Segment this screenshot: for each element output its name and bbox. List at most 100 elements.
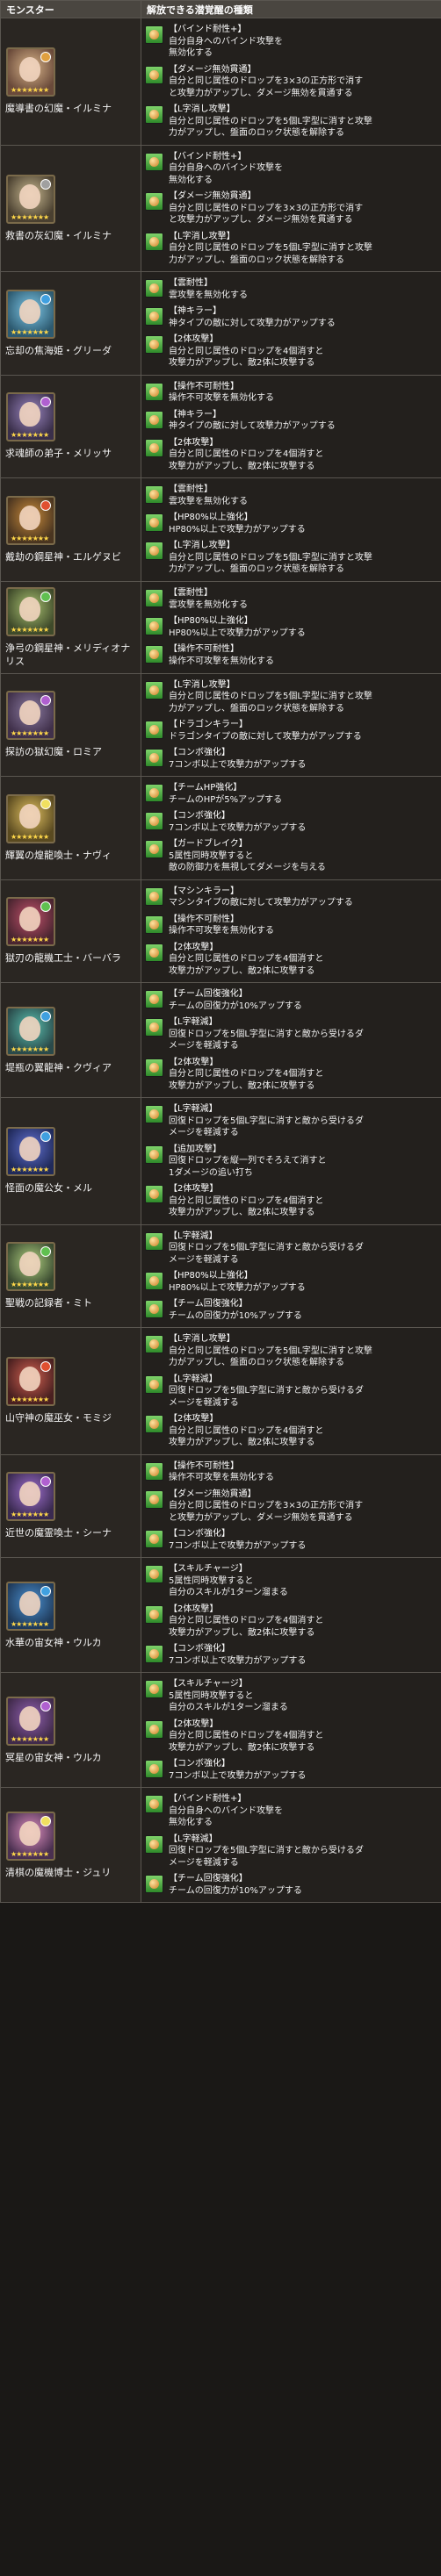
awakening-skill-icon [145,840,163,858]
skill-description-line: 攻撃力がアップし、敵2体に攻撃する [169,1080,315,1091]
skill-description-line: チームの回復力が10%アップする [169,1885,302,1896]
awakening-skill-icon [145,542,163,560]
monster-portrait[interactable]: ★★★★★★★ [6,495,55,545]
skill-text: 【バインド耐性+】 自分自身へのバインド攻撃を 無効化する [169,24,283,60]
monster-face [19,1252,40,1277]
monster-face [19,1590,40,1616]
awakening-skill-icon [145,1565,163,1583]
monster-name[interactable]: 山守神の魔巫女・モミジ [5,1411,136,1424]
monster-portrait[interactable]: ★★★★★★★ [6,174,55,224]
monster-portrait[interactable]: ★★★★★★★ [6,691,55,741]
monster-portrait[interactable]: ★★★★★★★ [6,1242,55,1292]
monster-name[interactable]: 聖戦の記録者・ミト [5,1296,136,1310]
monster-name[interactable]: 輝翼の煌龍喚士・ナヴィ [5,849,136,862]
monster-name[interactable]: 怪面の魔公女・メル [5,1181,136,1195]
skill-description-line: チームの回復力が10%アップする [169,1001,302,1011]
monster-portrait[interactable]: ★★★★★★★ [6,1811,55,1861]
rarity-stars-icon: ★★★★★★★ [11,1281,49,1289]
monster-portrait[interactable]: ★★★★★★★ [6,1357,55,1407]
skill-description-line: 自分と同じ属性のドロップを3×3の正方形で消す [169,1501,364,1510]
monster-face [19,298,40,324]
table-row: ★★★★★★★ 浄弓の鋼星神・メリディオナリス 【雲耐性】 雲攻撃を無効化する 【HP8… [0,580,441,674]
monster-name[interactable]: 浄弓の鋼星神・メリディオナリス [5,642,136,668]
monster-name[interactable]: 冥星の宙女神・ウルカ [5,1751,136,1764]
monster-name[interactable]: 清棋の魔機博士・ジュリ [5,1866,136,1879]
skill-text: 【神キラー】 神タイプの敵に対して攻撃力がアップする [169,409,336,433]
skill-description-line: メージを軽減する [169,1254,239,1265]
skill-text: 【コンボ強化】 7コンボ以上で攻撃力がアップする [169,1528,306,1552]
skill-title: 【L字軽減】 [169,1231,218,1241]
skill-description-line: 力がアップし、盤面のロック状態を解除する [169,1358,344,1367]
monster-portrait[interactable]: ★★★★★★★ [6,1127,55,1177]
monster-name[interactable]: 戴劫の鋼星神・エルゲヌビ [5,550,136,563]
table-row: ★★★★★★★ 水華の宙女神・ウルカ 【スキルチャージ】 5属性同時攻撃すると 自分のス… [0,1557,441,1673]
awakening-skill-icon [145,1374,163,1394]
monster-portrait[interactable]: ★★★★★★★ [6,289,55,339]
skill-text: 【L字消し攻撃】 自分と同じ属性のドロップを5個L字型に消すと攻撃 力がアップし、盤… [169,104,372,140]
skill-text: 【コンボ強化】 7コンボ以上で攻撃力がアップする [169,747,306,771]
monster-portrait[interactable]: ★★★★★★★ [6,586,55,636]
skill-text: 【HP80%以上強化】 HP80%以上で攻撃力がアップする [169,1270,306,1294]
monster-name[interactable]: 水華の宙女神・ウルカ [5,1636,136,1649]
awakening-skill-icon [145,721,163,739]
monster-name[interactable]: 探訪の獄幻魔・ロミア [5,745,136,758]
skill-title: 【L字軽減】 [169,1017,218,1027]
rarity-stars-icon: ★★★★★★★ [11,936,49,944]
monster-portrait[interactable]: ★★★★★★★ [6,1006,55,1056]
awakening-skill: 【スキルチャージ】 5属性同時攻撃すると 自分のスキルが1ターン溜まる [145,1678,437,1714]
skill-title: 【HP80%以上強化】 [169,1271,253,1281]
monster-portrait[interactable]: ★★★★★★★ [6,392,55,442]
skills-cell: 【バインド耐性+】 自分自身へのバインド攻撃を 無効化する 【L字軽減】 回復ドロップを… [141,1787,441,1903]
skill-text: 【雲耐性】 雲攻撃を無効化する [169,484,248,507]
monster-portrait[interactable]: ★★★★★★★ [6,897,55,947]
monster-cell: ★★★★★★★ 魔導書の幻魔・イルミナ [0,18,141,146]
skill-text: 【HP80%以上強化】 HP80%以上で攻撃力がアップする [169,615,306,639]
monster-name[interactable]: 忘却の焦海姫・グリーダ [5,344,136,357]
table-header-row: モンスター 解放できる潜覚醒の種類 [0,0,441,18]
awakening-skill-icon [145,65,163,84]
monster-cell: ★★★★★★★ 求魂師の弟子・メリッサ [0,374,141,478]
skills-cell: 【L字軽減】 回復ドロップを5個L字型に消すと敵から受けるダ メージを軽減する【HP… [141,1223,441,1328]
monster-name[interactable]: 求魂師の弟子・メリッサ [5,447,136,460]
skill-description-line: 自分自身へのバインド攻撃を [169,163,283,173]
skill-text: 【L字軽減】 回復ドロップを5個L字型に消すと敵から受けるダ メージを軽減する [169,1231,364,1266]
skills-cell: 【チームHP強化】 チームのHPが5%アップする 【コンボ強化】 7コンボ以上で攻撃力… [141,776,441,880]
skill-title: 【雲耐性】 [169,588,213,598]
monster-portrait[interactable]: ★★★★★★★ [6,1472,55,1522]
monster-portrait[interactable]: ★★★★★★★ [6,47,55,97]
awakening-skill: 【ガードブレイク】 5属性同時攻撃すると 敵の防御力を無視してダメージを与える [145,838,437,874]
skill-title: 【L字消し攻撃】 [169,231,235,241]
awakening-skill: 【2体攻撃】 自分と同じ属性のドロップを4個消すと 攻撃力がアップし、敵2体に攻撃す… [145,334,437,370]
monster-portrait[interactable]: ★★★★★★★ [6,793,55,843]
monster-cell: ★★★★★★★ 怪面の魔公女・メル [0,1097,141,1225]
skill-description-line: 攻撃力がアップし、敵2体に攻撃する [169,965,315,976]
skill-description-line: 操作不可攻撃を無効化する [169,656,274,666]
awakening-skill: 【L字消し攻撃】 自分と同じ属性のドロップを5個L字型に消すと攻撃 力がアップし、盤… [145,231,437,267]
monster-name[interactable]: 近世の魔霊喚士・シーナ [5,1526,136,1539]
skill-title: 【2体攻撃】 [169,1184,219,1194]
skill-description-line: HP80%以上で攻撃力がアップする [169,1282,306,1293]
skills-cell: 【スキルチャージ】 5属性同時攻撃すると 自分のスキルが1ターン溜まる 【2体攻撃】自… [141,1672,441,1788]
monster-cell: ★★★★★★★ 山守神の魔巫女・モミジ [0,1327,141,1455]
monster-portrait[interactable]: ★★★★★★★ [6,1696,55,1746]
awakening-skill-icon [145,279,163,298]
awakening-skill-icon [145,1875,163,1893]
skill-text: 【バインド耐性+】 自分自身へのバインド攻撃を 無効化する [169,151,283,187]
skill-text: 【2体攻撃】 自分と同じ属性のドロップを4個消すと 攻撃力がアップし、敵2体に攻撃す… [169,1413,323,1449]
skill-description-line: 7コンボ以上で攻撃力がアップする [169,1770,307,1781]
monster-portrait[interactable]: ★★★★★★★ [6,1581,55,1631]
awakening-skill-icon [145,1760,163,1778]
monster-name[interactable]: 堤瓶の翼龍神・クヴィア [5,1061,136,1074]
skill-title: 【ダメージ無効貫通】 [169,1489,257,1499]
skill-description-line: 自分のスキルが1ターン溜まる [169,1588,288,1597]
awakening-skill: 【神キラー】 神タイプの敵に対して攻撃力がアップする [145,409,437,433]
monster-name[interactable]: 獄刃の龍機工士・バーバラ [5,951,136,965]
awakening-skill: 【操作不可耐性】 操作不可攻撃を無効化する [145,1460,437,1484]
skill-description-line: HP80%以上で攻撃力がアップする [169,524,306,535]
rarity-stars-icon: ★★★★★★★ [11,1044,49,1053]
skill-title: 【操作不可耐性】 [169,914,239,924]
monster-name[interactable]: 救書の灰幻魔・イルミナ [5,229,136,242]
table-row: ★★★★★★★ 忘却の焦海姫・グリーダ 【雲耐性】 雲攻撃を無効化する 【神キラー】 神タ… [0,271,441,376]
monster-name[interactable]: 魔導書の幻魔・イルミナ [5,102,136,115]
awakening-table: モンスター 解放できる潜覚醒の種類 ★★★★★★★ 魔導書の幻魔・イルミナ 【バイン… [0,0,441,1903]
